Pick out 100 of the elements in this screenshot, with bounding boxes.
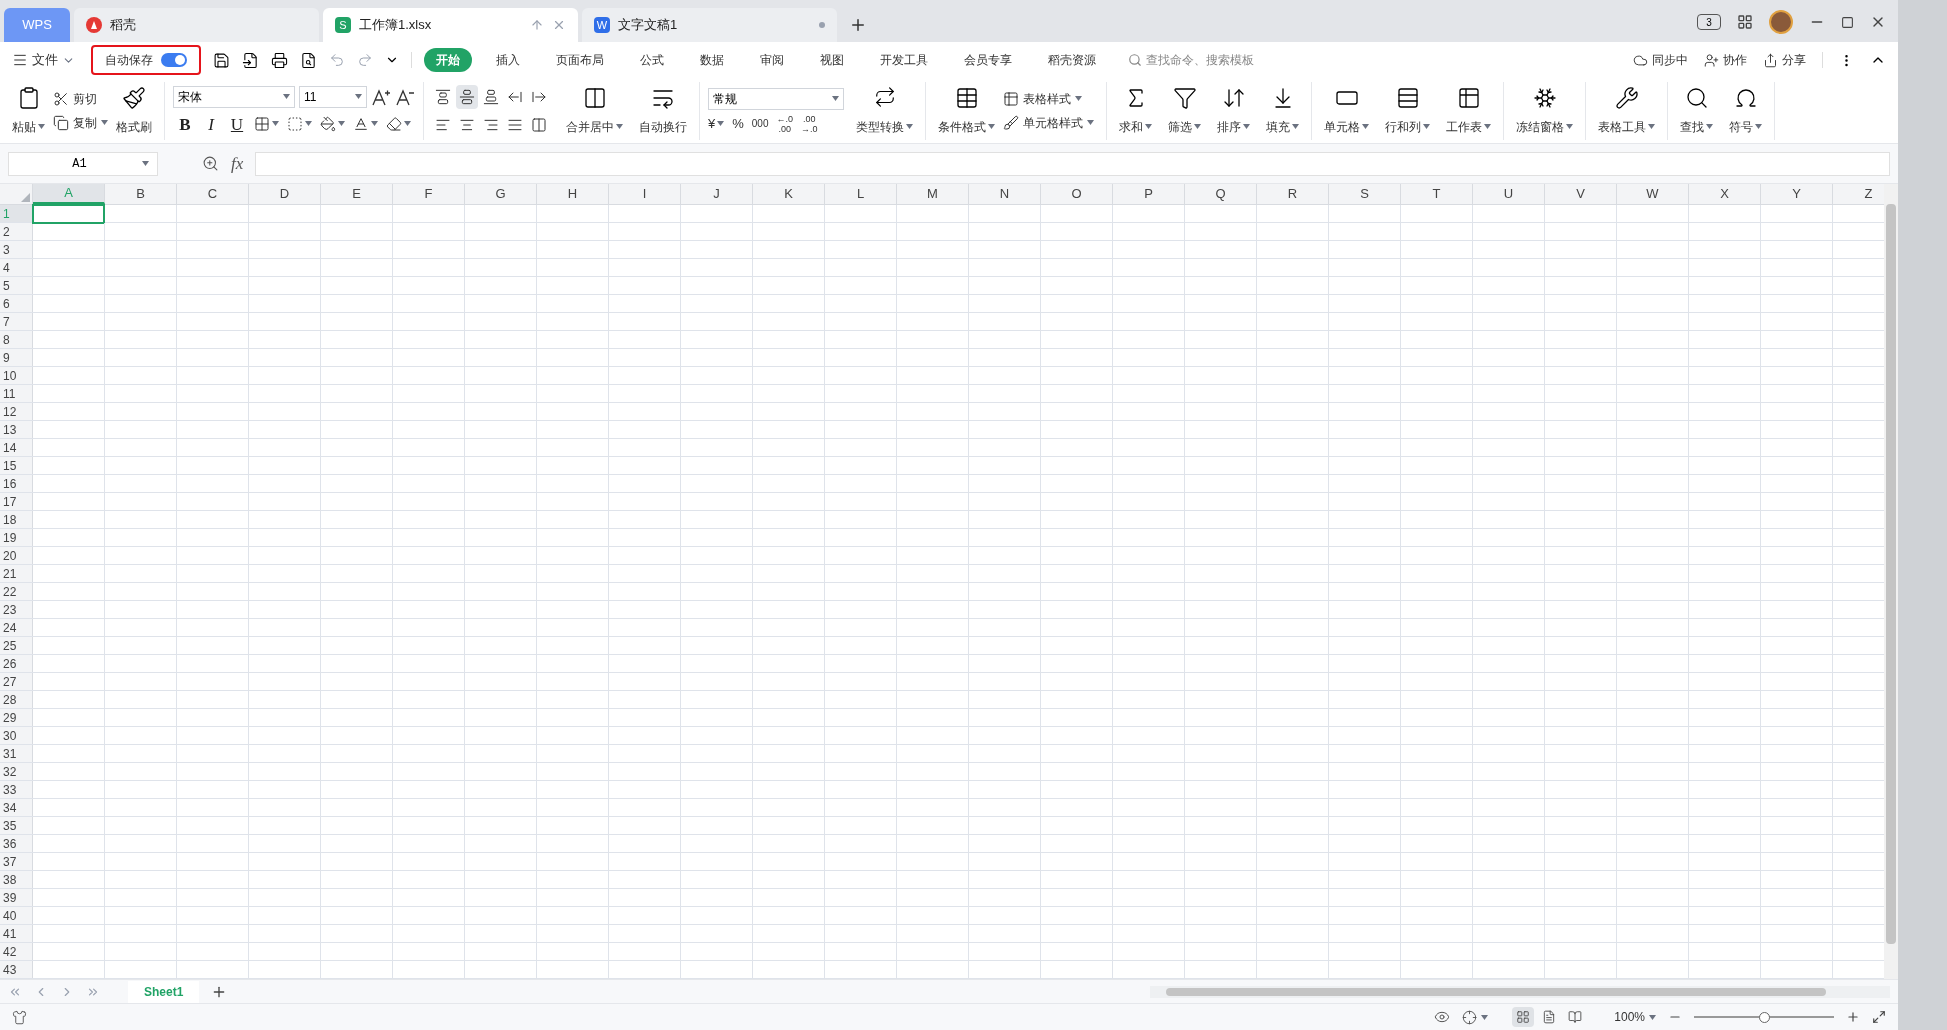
row-header[interactable]: 10 (0, 367, 33, 384)
row-header[interactable]: 4 (0, 259, 33, 276)
align-middle-button[interactable] (456, 84, 478, 109)
decimal-button[interactable]: .00 →.0 (801, 113, 818, 134)
row-header[interactable]: 19 (0, 529, 33, 546)
row-header[interactable]: 36 (0, 835, 33, 852)
ribbon-button[interactable]: 条件格式 (934, 81, 999, 140)
ribbon-button[interactable]: 符号 (1725, 81, 1766, 140)
row-header[interactable]: 8 (0, 331, 33, 348)
row-header[interactable]: 41 (0, 925, 33, 942)
decimal-button[interactable]: ←.0 .00 (776, 113, 793, 134)
autosave-toggle[interactable]: 自动保存 (91, 45, 201, 75)
ribbon-button[interactable]: 工作表 (1442, 81, 1495, 140)
ribbon-tab[interactable]: 稻壳资源 (1036, 48, 1108, 72)
zoom-in-icon[interactable] (1846, 1010, 1860, 1024)
column-header[interactable]: V (1545, 184, 1617, 204)
row-header[interactable]: 33 (0, 781, 33, 798)
column-header[interactable]: T (1401, 184, 1473, 204)
increase-font-icon[interactable] (371, 87, 391, 106)
apps-icon[interactable] (1737, 14, 1753, 30)
ribbon-button[interactable]: 剪切 (49, 86, 112, 111)
column-header[interactable]: G (465, 184, 537, 204)
document-tab[interactable]: S 工作簿1.xlsx (323, 8, 578, 42)
ribbon-button[interactable]: 格式刷 (112, 81, 156, 140)
row-header[interactable]: 28 (0, 691, 33, 708)
column-header[interactable]: M (897, 184, 969, 204)
column-header[interactable]: S (1329, 184, 1401, 204)
row-header[interactable]: 21 (0, 565, 33, 582)
ribbon-tab[interactable]: 页面布局 (544, 48, 616, 72)
underline-button[interactable]: U (225, 111, 249, 136)
column-header[interactable]: H (537, 184, 609, 204)
ribbon-tab[interactable]: 开发工具 (868, 48, 940, 72)
column-header[interactable]: P (1113, 184, 1185, 204)
formula-input[interactable] (255, 151, 1890, 176)
ribbon-button[interactable]: 合并居中 (562, 81, 627, 140)
print-icon[interactable] (271, 51, 288, 69)
row-header[interactable]: 39 (0, 889, 33, 906)
ribbon-button[interactable]: 筛选 (1164, 81, 1205, 140)
row-header[interactable]: 31 (0, 745, 33, 762)
eye-protection-icon[interactable] (1434, 1009, 1451, 1025)
column-header[interactable]: E (321, 184, 393, 204)
ribbon-button[interactable]: 求和 (1115, 81, 1156, 140)
row-header[interactable]: 34 (0, 799, 33, 816)
vertical-scrollbar[interactable] (1884, 184, 1898, 979)
zoom-formula-icon[interactable] (202, 155, 219, 172)
decrease-font-icon[interactable] (395, 87, 415, 106)
row-header[interactable]: 12 (0, 403, 33, 420)
row-header[interactable]: 26 (0, 655, 33, 672)
row-header[interactable]: 23 (0, 601, 33, 618)
column-header[interactable]: R (1257, 184, 1329, 204)
ribbon-tab[interactable]: 审阅 (748, 48, 796, 72)
row-header[interactable]: 25 (0, 637, 33, 654)
zoom-slider[interactable] (1694, 1011, 1834, 1023)
row-header[interactable]: 17 (0, 493, 33, 510)
document-tab[interactable]: W 文字文稿1 (582, 8, 837, 42)
ribbon-button[interactable]: 查找 (1676, 81, 1717, 140)
export-icon[interactable] (242, 51, 259, 69)
column-header[interactable]: L (825, 184, 897, 204)
ribbon-button[interactable]: 自动换行 (635, 81, 691, 140)
column-header[interactable]: J (681, 184, 753, 204)
row-header[interactable]: 18 (0, 511, 33, 528)
row-header[interactable]: 27 (0, 673, 33, 690)
row-header[interactable]: 9 (0, 349, 33, 366)
column-header[interactable]: K (753, 184, 825, 204)
column-header[interactable]: Y (1761, 184, 1833, 204)
row-header[interactable]: 5 (0, 277, 33, 294)
row-header[interactable]: 35 (0, 817, 33, 834)
row-header[interactable]: 29 (0, 709, 33, 726)
screen-count-icon[interactable]: 3 (1697, 14, 1721, 30)
row-header[interactable]: 30 (0, 727, 33, 744)
ribbon-button[interactable]: 行和列 (1381, 81, 1434, 140)
column-header[interactable]: U (1473, 184, 1545, 204)
row-header[interactable]: 24 (0, 619, 33, 636)
row-header[interactable]: 43 (0, 961, 33, 978)
row-header[interactable]: 42 (0, 943, 33, 960)
column-header[interactable]: W (1617, 184, 1689, 204)
row-header[interactable]: 7 (0, 313, 33, 330)
column-header[interactable]: B (105, 184, 177, 204)
ribbon-tab[interactable]: 视图 (808, 48, 856, 72)
row-header[interactable]: 13 (0, 421, 33, 438)
ribbon-button[interactable]: 冻结窗格 (1512, 81, 1577, 140)
column-header[interactable]: C (177, 184, 249, 204)
font-name-dropdown[interactable]: 宋体 (173, 85, 295, 108)
column-header[interactable]: O (1041, 184, 1113, 204)
percent-button[interactable]: % (732, 113, 744, 134)
row-header[interactable]: 15 (0, 457, 33, 474)
row-header[interactable]: 38 (0, 871, 33, 888)
macro-icon[interactable] (12, 1009, 27, 1025)
ribbon-tab[interactable]: 公式 (628, 48, 676, 72)
pin-icon[interactable] (530, 18, 544, 32)
column-header[interactable]: X (1689, 184, 1761, 204)
ribbon-tab[interactable]: 数据 (688, 48, 736, 72)
selected-cell[interactable] (32, 204, 105, 224)
row-header[interactable]: 16 (0, 475, 33, 492)
name-box[interactable]: A1 (8, 151, 158, 176)
row-header[interactable]: 40 (0, 907, 33, 924)
thousands-button[interactable]: 000 (751, 116, 769, 131)
column-header[interactable]: Q (1185, 184, 1257, 204)
row-header[interactable]: 2 (0, 223, 33, 240)
zoom-dropdown[interactable]: 100% (1614, 1008, 1656, 1026)
